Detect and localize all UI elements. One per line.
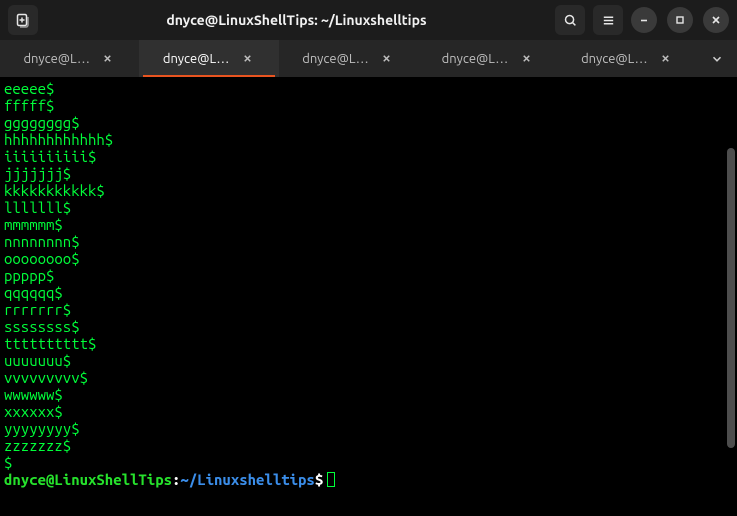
maximize-button[interactable] bbox=[667, 7, 693, 33]
tab-close-icon[interactable] bbox=[100, 51, 116, 67]
terminal-line: xxxxxx$ bbox=[4, 403, 721, 420]
terminal-line: fffff$ bbox=[4, 97, 721, 114]
tab-0[interactable]: dnyce@L… bbox=[0, 40, 139, 77]
tab-4[interactable]: dnyce@L… bbox=[558, 40, 697, 77]
titlebar: dnyce@LinuxShellTips: ~/Linuxshelltips bbox=[0, 0, 737, 40]
tab-3[interactable]: dnyce@L… bbox=[418, 40, 557, 77]
terminal-line: gggggggg$ bbox=[4, 114, 721, 131]
terminal-line: lllllll$ bbox=[4, 199, 721, 216]
search-button[interactable] bbox=[555, 5, 585, 35]
prompt-user-host: dnyce@LinuxShellTips bbox=[4, 471, 172, 488]
tab-close-icon[interactable] bbox=[239, 51, 255, 67]
tab-close-icon[interactable] bbox=[658, 51, 674, 67]
tab-2[interactable]: dnyce@L… bbox=[279, 40, 418, 77]
terminal-line: qqqqqq$ bbox=[4, 284, 721, 301]
new-tab-button[interactable] bbox=[8, 5, 38, 35]
terminal-line: tttttttttt$ bbox=[4, 335, 721, 352]
terminal-line: wwwwww$ bbox=[4, 386, 721, 403]
terminal-line: kkkkkkkkkkk$ bbox=[4, 182, 721, 199]
terminal-line: eeeee$ bbox=[4, 80, 721, 97]
tab-label: dnyce@L… bbox=[442, 52, 509, 66]
tab-1[interactable]: dnyce@L… bbox=[139, 40, 278, 77]
terminal-output[interactable]: eeeee$fffff$gggggggg$hhhhhhhhhhhh$iiiiii… bbox=[0, 78, 725, 516]
terminal-line: uuuuuuu$ bbox=[4, 352, 721, 369]
terminal-line: ssssssss$ bbox=[4, 318, 721, 335]
hamburger-menu-button[interactable] bbox=[593, 5, 623, 35]
prompt-path: ~/Linuxshelltips bbox=[180, 471, 314, 488]
terminal-area: eeeee$fffff$gggggggg$hhhhhhhhhhhh$iiiiii… bbox=[0, 78, 737, 516]
terminal-line: nnnnnnnn$ bbox=[4, 233, 721, 250]
terminal-line: iiiiiiiiii$ bbox=[4, 148, 721, 165]
tabbar: dnyce@L… dnyce@L… dnyce@L… dnyce@L… dnyc… bbox=[0, 40, 737, 78]
terminal-line: $ bbox=[4, 454, 721, 471]
tab-label: dnyce@L… bbox=[302, 52, 369, 66]
window-controls bbox=[631, 7, 729, 33]
terminal-line: hhhhhhhhhhhh$ bbox=[4, 131, 721, 148]
tab-close-icon[interactable] bbox=[518, 51, 534, 67]
tab-label: dnyce@L… bbox=[163, 52, 230, 66]
tab-label: dnyce@L… bbox=[23, 52, 90, 66]
terminal-line: jjjjjjj$ bbox=[4, 165, 721, 182]
minimize-button[interactable] bbox=[631, 7, 657, 33]
cursor bbox=[327, 472, 335, 487]
scrollbar-thumb[interactable] bbox=[727, 148, 735, 448]
terminal-line: zzzzzzz$ bbox=[4, 437, 721, 454]
prompt-dollar: $ bbox=[315, 471, 323, 488]
terminal-line: mmmmmm$ bbox=[4, 216, 721, 233]
tab-label: dnyce@L… bbox=[581, 52, 648, 66]
terminal-line: oooooooo$ bbox=[4, 250, 721, 267]
scrollbar[interactable] bbox=[725, 78, 737, 516]
terminal-line: rrrrrrr$ bbox=[4, 301, 721, 318]
terminal-line: yyyyyyyy$ bbox=[4, 420, 721, 437]
window-title: dnyce@LinuxShellTips: ~/Linuxshelltips bbox=[46, 12, 547, 28]
terminal-line: ppppp$ bbox=[4, 267, 721, 284]
close-window-button[interactable] bbox=[703, 7, 729, 33]
tab-close-icon[interactable] bbox=[379, 51, 395, 67]
tab-overflow-button[interactable] bbox=[697, 40, 737, 77]
prompt-line[interactable]: dnyce@LinuxShellTips:~/Linuxshelltips$ bbox=[4, 471, 721, 488]
terminal-line: vvvvvvvvv$ bbox=[4, 369, 721, 386]
